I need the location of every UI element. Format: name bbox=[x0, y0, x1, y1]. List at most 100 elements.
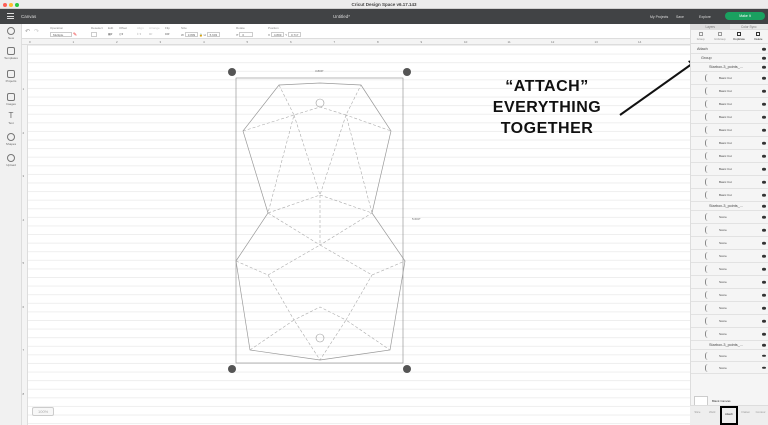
layer-basic-cut[interactable]: Basic Cut bbox=[691, 137, 768, 150]
eye-icon[interactable] bbox=[762, 47, 766, 51]
width-input[interactable]: 3.809 bbox=[184, 31, 199, 37]
undo-icon[interactable]: ↶ bbox=[25, 28, 30, 35]
layer-score[interactable]: Score bbox=[691, 362, 768, 374]
sidebar-projects[interactable]: Projects bbox=[0, 70, 22, 83]
eye-icon[interactable] bbox=[762, 56, 766, 60]
sidebar-images[interactable]: Images bbox=[0, 93, 22, 106]
eye-icon[interactable] bbox=[762, 102, 766, 106]
sidebar-new[interactable]: New bbox=[0, 27, 22, 40]
weld-button[interactable]: Weld bbox=[705, 406, 720, 425]
layer-basic-cut[interactable]: Basic Cut bbox=[691, 150, 768, 163]
eye-icon[interactable] bbox=[762, 306, 766, 310]
layer-score[interactable]: Score bbox=[691, 315, 768, 328]
group-button[interactable]: Group bbox=[691, 30, 710, 43]
layer-subgroup[interactable]: Starbox-3_points_... bbox=[691, 202, 768, 211]
layer-basic-cut[interactable]: Basic Cut bbox=[691, 85, 768, 98]
y-input[interactable]: 0.717 bbox=[287, 31, 302, 37]
sidebar-text[interactable]: T Text bbox=[0, 112, 22, 126]
align-icon[interactable]: ⊫▾ bbox=[137, 32, 141, 36]
layer-basic-cut[interactable]: Basic Cut bbox=[691, 98, 768, 111]
align-group[interactable]: Align ⊫▾ bbox=[137, 26, 144, 36]
eye-icon[interactable] bbox=[762, 141, 766, 145]
flip-icon[interactable]: ⋈▾ bbox=[165, 32, 170, 36]
eye-icon[interactable] bbox=[762, 204, 766, 208]
layer-score[interactable]: Score bbox=[691, 350, 768, 362]
layer-subgroup[interactable]: Starbox-3_points_... bbox=[691, 341, 768, 350]
slice-button[interactable]: Slice bbox=[690, 406, 705, 425]
sidebar-upload[interactable]: Upload bbox=[0, 154, 22, 167]
eye-icon[interactable] bbox=[762, 280, 766, 284]
layer-score[interactable]: Score bbox=[691, 289, 768, 302]
resize-handle[interactable] bbox=[403, 365, 411, 373]
layer-score[interactable]: Score bbox=[691, 302, 768, 315]
layer-basic-cut[interactable]: Basic Cut bbox=[691, 72, 768, 85]
layer-score[interactable]: Score bbox=[691, 224, 768, 237]
offset-icon[interactable]: ◎▾ bbox=[119, 32, 123, 36]
arrange-icon[interactable]: ⧉▾ bbox=[149, 32, 152, 36]
machine-select[interactable]: Explore bbox=[699, 15, 711, 19]
layer-group[interactable]: Group bbox=[691, 54, 768, 63]
eye-icon[interactable] bbox=[762, 343, 766, 347]
eye-icon[interactable] bbox=[762, 193, 766, 197]
eye-icon[interactable] bbox=[762, 293, 766, 297]
save-button[interactable]: Save bbox=[676, 15, 684, 19]
eye-icon[interactable] bbox=[762, 180, 766, 184]
eye-icon[interactable] bbox=[762, 76, 766, 80]
attach-button[interactable]: Attach bbox=[719, 406, 739, 425]
my-projects-link[interactable]: My Projects bbox=[650, 15, 668, 19]
contour-button[interactable]: Contour bbox=[753, 406, 768, 425]
eye-icon[interactable] bbox=[762, 215, 766, 219]
close-window-button[interactable] bbox=[3, 2, 7, 7]
eye-icon[interactable] bbox=[762, 241, 766, 245]
layer-basic-cut[interactable]: Basic Cut bbox=[691, 111, 768, 124]
offset-group[interactable]: Offset ◎▾ bbox=[119, 26, 127, 36]
layer-basic-cut[interactable]: Basic Cut bbox=[691, 124, 768, 137]
x-input[interactable]: 4.899 bbox=[270, 31, 285, 37]
layer-basic-cut[interactable]: Basic Cut bbox=[691, 189, 768, 202]
lock-handle[interactable] bbox=[228, 365, 236, 373]
deselect-icon[interactable] bbox=[91, 31, 97, 37]
sidebar-templates[interactable]: Templates bbox=[0, 47, 22, 60]
operation-select[interactable]: Multiple bbox=[50, 31, 72, 37]
rotate-handle[interactable] bbox=[403, 68, 411, 76]
layer-basic-cut[interactable]: Basic Cut bbox=[691, 163, 768, 176]
flatten-button[interactable]: Flatten bbox=[738, 406, 753, 425]
eye-icon[interactable] bbox=[762, 65, 766, 69]
hamburger-menu-icon[interactable] bbox=[7, 13, 14, 21]
ungroup-button[interactable]: UnGroup bbox=[710, 30, 729, 43]
layer-score[interactable]: Score bbox=[691, 328, 768, 341]
lock-icon[interactable]: 🔒 bbox=[199, 33, 203, 37]
eye-icon[interactable] bbox=[762, 115, 766, 119]
layer-score[interactable]: Score bbox=[691, 211, 768, 224]
sidebar-shapes[interactable]: Shapes bbox=[0, 133, 22, 146]
layer-score[interactable]: Score bbox=[691, 250, 768, 263]
eye-icon[interactable] bbox=[762, 128, 766, 132]
make-it-button[interactable]: Make It bbox=[725, 12, 765, 20]
eye-icon[interactable] bbox=[762, 354, 766, 357]
layer-attach[interactable]: Attach bbox=[691, 45, 768, 54]
layer-score[interactable]: Score bbox=[691, 276, 768, 289]
eye-icon[interactable] bbox=[762, 319, 766, 323]
zoom-window-button[interactable] bbox=[15, 2, 19, 7]
duplicate-button[interactable]: Duplicate bbox=[730, 30, 749, 43]
eye-icon[interactable] bbox=[762, 332, 766, 336]
layer-score[interactable]: Score bbox=[691, 263, 768, 276]
eye-icon[interactable] bbox=[762, 167, 766, 171]
tab-color-sync[interactable]: Color Sync bbox=[730, 24, 768, 29]
flip-group[interactable]: Flip ⋈▾ bbox=[165, 26, 170, 36]
height-input[interactable]: 5.603 bbox=[206, 31, 221, 37]
layer-basic-cut[interactable]: Basic Cut bbox=[691, 176, 768, 189]
zoom-control[interactable]: 100% bbox=[32, 407, 55, 416]
delete-button[interactable]: Delete bbox=[749, 30, 768, 43]
delete-handle[interactable] bbox=[228, 68, 236, 76]
eye-icon[interactable] bbox=[762, 154, 766, 158]
eye-icon[interactable] bbox=[762, 228, 766, 232]
eye-icon[interactable] bbox=[762, 89, 766, 93]
rotate-input[interactable]: 0 bbox=[239, 31, 254, 37]
layer-subgroup[interactable]: Starbox-3_points_... bbox=[691, 63, 768, 72]
redo-icon[interactable]: ↷ bbox=[34, 28, 39, 35]
edit-group[interactable]: Edit ▦▾ bbox=[108, 26, 113, 36]
tab-layers[interactable]: Layers bbox=[691, 24, 730, 29]
eye-icon[interactable] bbox=[762, 254, 766, 258]
arrange-group[interactable]: Arrange ⧉▾ bbox=[149, 26, 160, 36]
